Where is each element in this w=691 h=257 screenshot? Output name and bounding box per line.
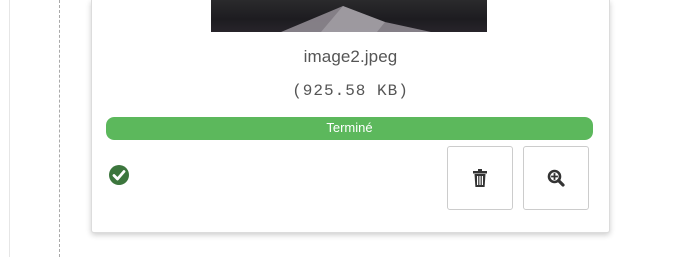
drop-zone-border [59, 0, 60, 257]
left-divider [9, 0, 10, 257]
thumbnail-image-content [281, 6, 431, 32]
check-circle-icon [109, 165, 129, 185]
upload-progress-label: Terminé [326, 120, 373, 135]
upload-progress-bar: Terminé [106, 117, 593, 140]
zoom-preview-button[interactable] [523, 146, 589, 210]
file-preview-card: image2.jpeg (925.58 KB) Terminé [91, 0, 610, 233]
file-name: image2.jpeg [303, 47, 398, 66]
image-thumbnail[interactable] [211, 0, 487, 32]
trash-icon [473, 169, 487, 187]
delete-file-button[interactable] [447, 146, 513, 210]
file-size: (925.58 KB) [292, 82, 409, 100]
zoom-in-icon [547, 169, 565, 187]
upload-page: image2.jpeg (925.58 KB) Terminé [0, 0, 691, 257]
